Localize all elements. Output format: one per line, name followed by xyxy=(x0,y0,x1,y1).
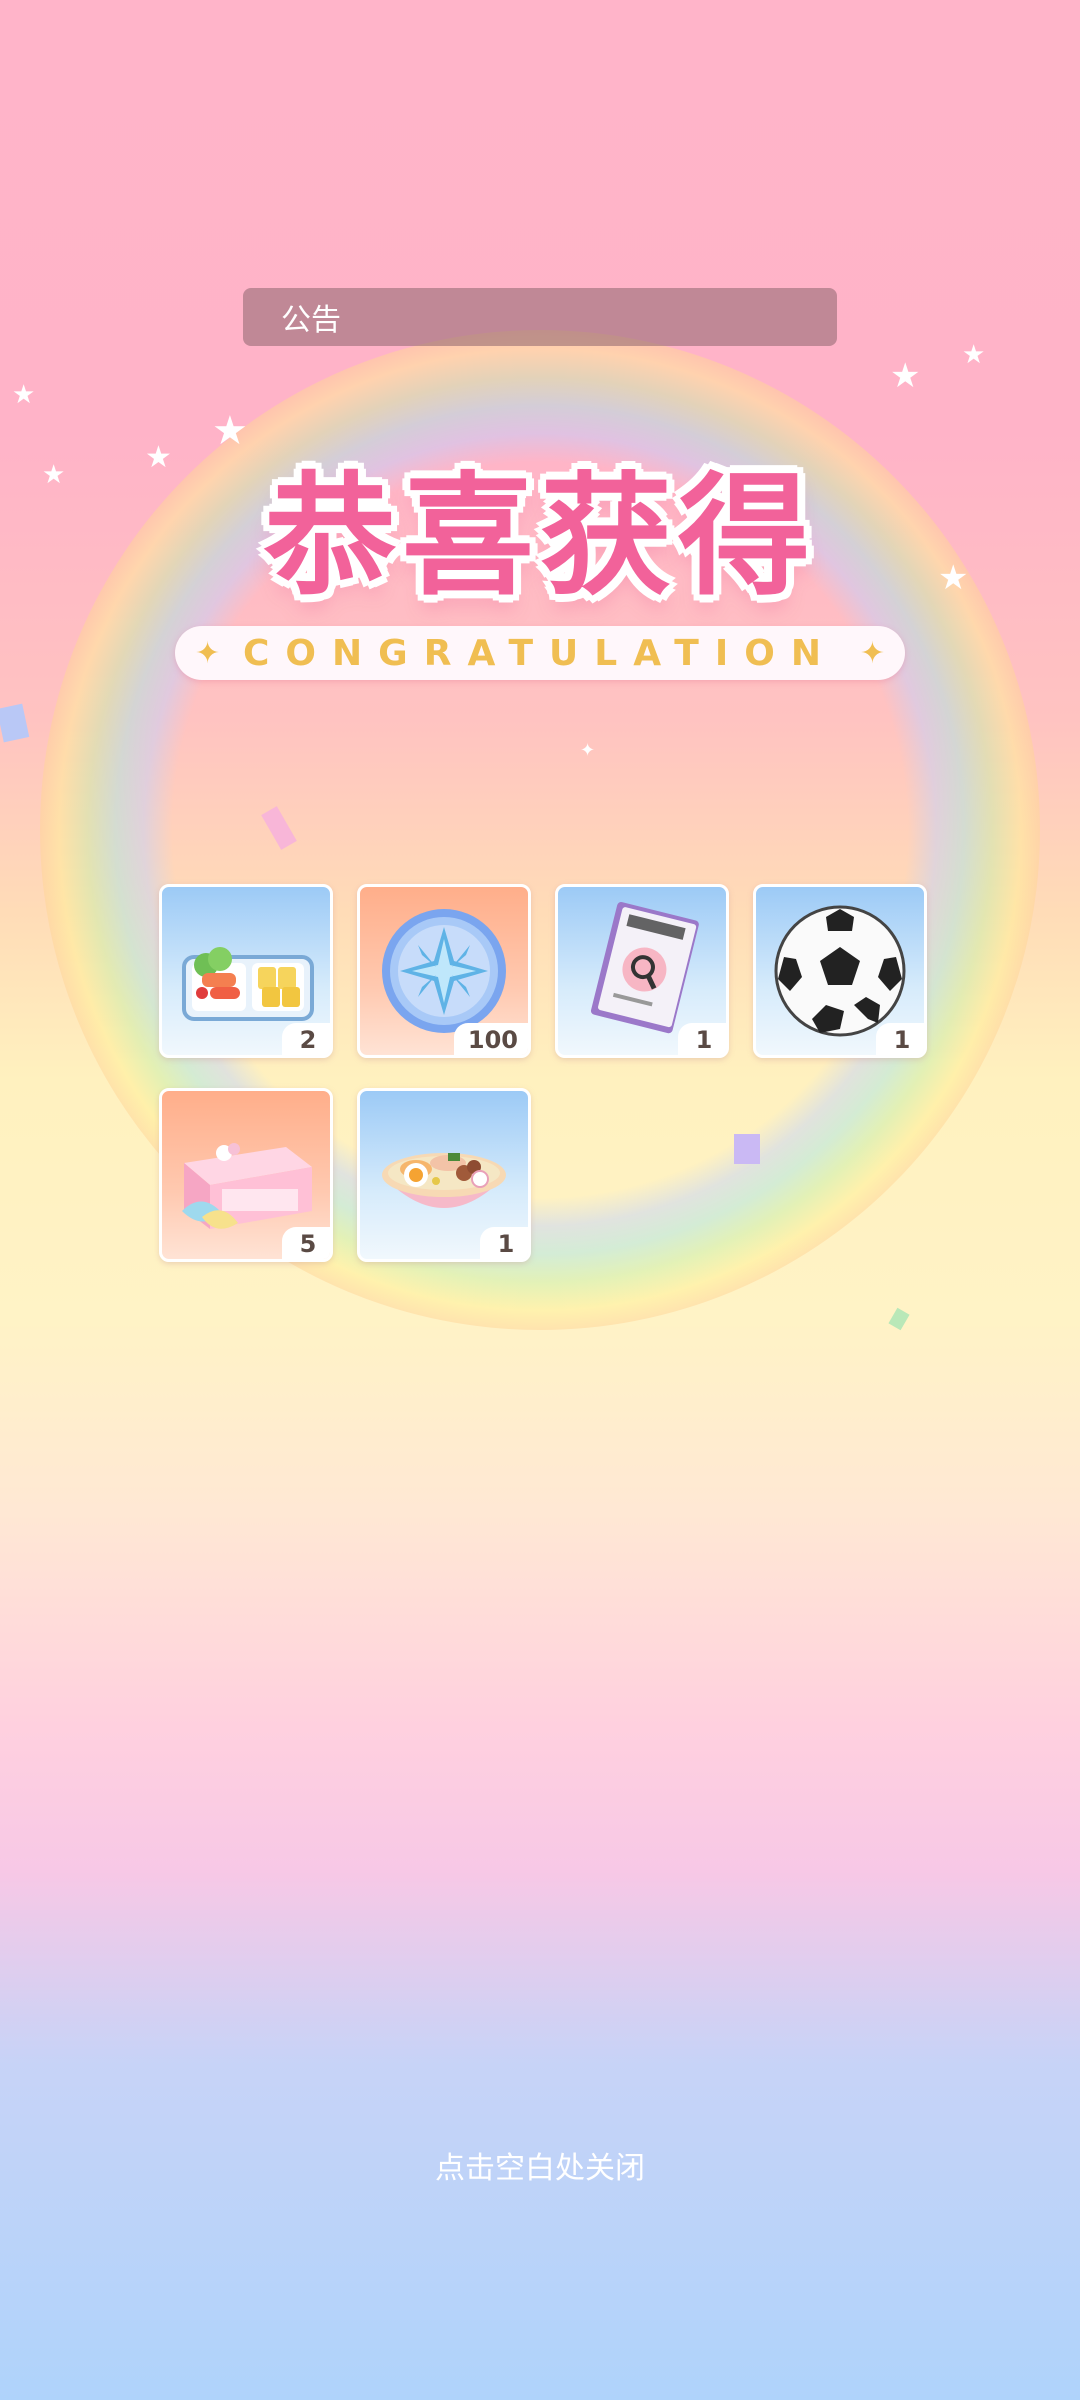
sparkle-icon: ✦ xyxy=(195,635,221,671)
sparkle-icon: ✦ xyxy=(859,635,885,671)
reward-item-ramen[interactable]: 1 xyxy=(357,1088,531,1262)
close-hint[interactable]: 点击空白处关闭 xyxy=(0,2143,1080,2187)
congrats-title: 恭喜获得 xyxy=(264,460,816,614)
notice-label: 公告 xyxy=(281,303,341,338)
notice-bar[interactable]: 公告 xyxy=(243,288,837,346)
reward-count: 1 xyxy=(678,1023,726,1055)
reward-count: 100 xyxy=(453,1023,528,1055)
reward-count: 2 xyxy=(282,1023,330,1055)
reward-item-bento[interactable]: 2 xyxy=(159,884,333,1058)
reward-count: 1 xyxy=(876,1023,924,1055)
confetti xyxy=(888,1307,910,1331)
congratulation-banner: ✦ CONGRATULATION ✦ xyxy=(175,626,905,680)
reward-item-soccer-ball[interactable]: 1 xyxy=(753,884,927,1058)
star-icon: ★ xyxy=(962,340,986,370)
reward-item-magazine[interactable]: 1 xyxy=(555,884,729,1058)
star-icon: ✦ xyxy=(580,740,596,761)
reward-count: 1 xyxy=(480,1227,528,1259)
confetti xyxy=(734,1134,760,1164)
congratulation-text: CONGRATULATION xyxy=(243,632,837,674)
reward-item-gift-box[interactable]: 5 xyxy=(159,1088,333,1262)
star-icon: ★ xyxy=(890,356,921,396)
reward-item-star-coin[interactable]: 100 xyxy=(357,884,531,1058)
confetti xyxy=(0,703,30,743)
star-icon: ★ xyxy=(12,380,36,410)
reward-count: 5 xyxy=(282,1227,330,1259)
